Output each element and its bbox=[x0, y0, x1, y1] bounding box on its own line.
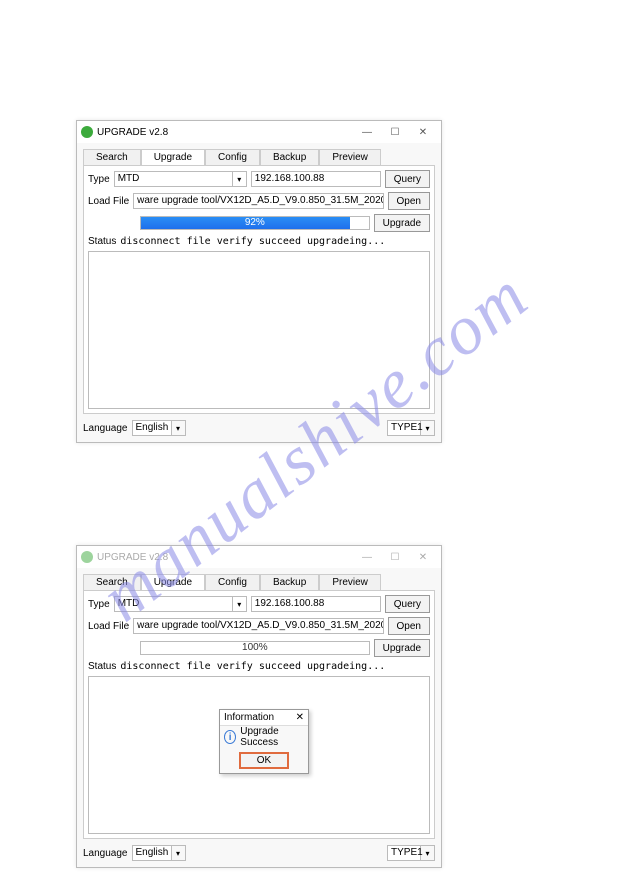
ip-input[interactable]: 192.168.100.88 bbox=[251, 171, 381, 187]
type-label: Type bbox=[88, 599, 110, 610]
info-dialog: Information ✕ i Upgrade Success OK bbox=[219, 709, 309, 774]
app-icon bbox=[81, 126, 93, 138]
upgrade-button[interactable]: Upgrade bbox=[374, 214, 430, 232]
close-icon[interactable]: ✕ bbox=[296, 712, 304, 723]
status-label: Status bbox=[88, 661, 116, 672]
tabs: Search Upgrade Config Backup Preview bbox=[83, 149, 435, 165]
query-button[interactable]: Query bbox=[385, 595, 430, 613]
maximize-button[interactable]: ☐ bbox=[381, 552, 409, 563]
close-button[interactable]: ✕ bbox=[409, 552, 437, 563]
tab-search[interactable]: Search bbox=[83, 574, 141, 590]
language-select[interactable]: English bbox=[132, 845, 172, 861]
status-text: disconnect file verify succeed upgradein… bbox=[120, 236, 385, 247]
open-button[interactable]: Open bbox=[388, 192, 430, 210]
titlebar: UPGRADE v2.8 — ☐ ✕ bbox=[77, 546, 441, 568]
log-area[interactable]: Information ✕ i Upgrade Success OK bbox=[88, 676, 430, 834]
progress-pct: 92% bbox=[245, 217, 265, 228]
language-select[interactable]: English bbox=[132, 420, 172, 436]
loadfile-input[interactable]: ware upgrade tool/VX12D_A5.D_V9.0.850_31… bbox=[133, 193, 383, 209]
progress-bar: 92% bbox=[140, 216, 370, 230]
type-select[interactable]: MTD bbox=[114, 596, 233, 612]
type-select[interactable]: MTD bbox=[114, 171, 233, 187]
window-body: Type MTD ▾ 192.168.100.88 Query Load Fil… bbox=[83, 590, 435, 839]
loadfile-label: Load File bbox=[88, 196, 129, 207]
tab-config[interactable]: Config bbox=[205, 149, 260, 165]
loadfile-input[interactable]: ware upgrade tool/VX12D_A5.D_V9.0.850_31… bbox=[133, 618, 383, 634]
mode-select[interactable]: TYPE1 bbox=[387, 420, 421, 436]
upgrade-button[interactable]: Upgrade bbox=[374, 639, 430, 657]
tab-backup[interactable]: Backup bbox=[260, 574, 319, 590]
loadfile-label: Load File bbox=[88, 621, 129, 632]
titlebar: UPGRADE v2.8 — ☐ ✕ bbox=[77, 121, 441, 143]
type-label: Type bbox=[88, 174, 110, 185]
log-area[interactable] bbox=[88, 251, 430, 409]
open-button[interactable]: Open bbox=[388, 617, 430, 635]
tab-config[interactable]: Config bbox=[205, 574, 260, 590]
query-button[interactable]: Query bbox=[385, 170, 430, 188]
tab-backup[interactable]: Backup bbox=[260, 149, 319, 165]
chevron-down-icon[interactable]: ▾ bbox=[172, 845, 186, 861]
language-label: Language bbox=[83, 848, 128, 859]
chevron-down-icon[interactable]: ▾ bbox=[421, 420, 435, 436]
info-icon: i bbox=[224, 730, 236, 744]
language-label: Language bbox=[83, 423, 128, 434]
tab-upgrade[interactable]: Upgrade bbox=[141, 149, 205, 165]
app-icon bbox=[81, 551, 93, 563]
tab-preview[interactable]: Preview bbox=[319, 149, 381, 165]
mode-select[interactable]: TYPE1 bbox=[387, 845, 421, 861]
ok-button[interactable]: OK bbox=[239, 752, 289, 769]
upgrade-window-2: UPGRADE v2.8 — ☐ ✕ Search Upgrade Config… bbox=[76, 545, 442, 868]
status-text: disconnect file verify succeed upgradein… bbox=[120, 661, 385, 672]
chevron-down-icon[interactable]: ▾ bbox=[172, 420, 186, 436]
window-body: Type MTD ▾ 192.168.100.88 Query Load Fil… bbox=[83, 165, 435, 414]
progress-pct: 100% bbox=[242, 642, 268, 653]
tab-upgrade[interactable]: Upgrade bbox=[141, 574, 205, 590]
tabs: Search Upgrade Config Backup Preview bbox=[83, 574, 435, 590]
progress-bar: 100% bbox=[140, 641, 370, 655]
chevron-down-icon[interactable]: ▾ bbox=[233, 171, 247, 187]
dialog-message: Upgrade Success bbox=[240, 726, 308, 748]
upgrade-window-1: UPGRADE v2.8 — ☐ ✕ Search Upgrade Config… bbox=[76, 120, 442, 443]
chevron-down-icon[interactable]: ▾ bbox=[233, 596, 247, 612]
chevron-down-icon[interactable]: ▾ bbox=[421, 845, 435, 861]
status-label: Status bbox=[88, 236, 116, 247]
maximize-button[interactable]: ☐ bbox=[381, 127, 409, 138]
tab-preview[interactable]: Preview bbox=[319, 574, 381, 590]
tab-search[interactable]: Search bbox=[83, 149, 141, 165]
minimize-button[interactable]: — bbox=[353, 127, 381, 138]
minimize-button[interactable]: — bbox=[353, 552, 381, 563]
window-title: UPGRADE v2.8 bbox=[97, 127, 353, 138]
window-title: UPGRADE v2.8 bbox=[97, 552, 353, 563]
dialog-title: Information bbox=[224, 712, 296, 723]
close-button[interactable]: ✕ bbox=[409, 127, 437, 138]
ip-input[interactable]: 192.168.100.88 bbox=[251, 596, 381, 612]
